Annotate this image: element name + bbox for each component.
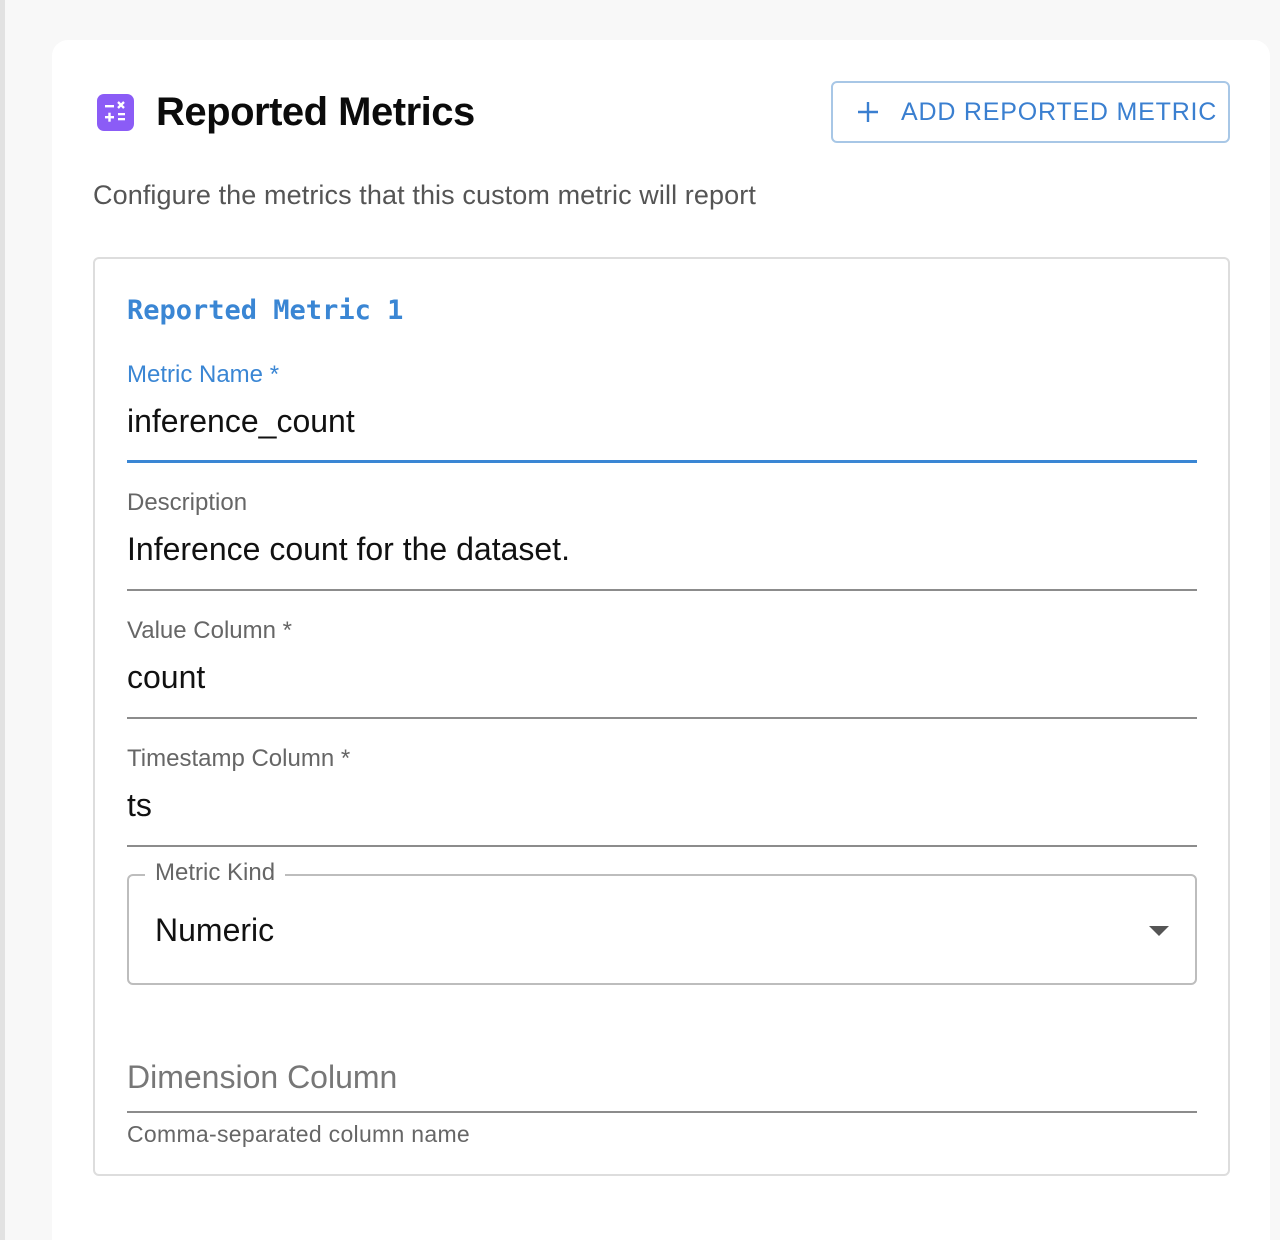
timestamp-column-input[interactable]: ts	[127, 787, 1197, 847]
timestamp-column-label: Timestamp Column *	[127, 745, 351, 772]
calculator-icon	[97, 93, 134, 131]
metric-name-field[interactable]: Metric Name * inference_count	[127, 361, 1197, 463]
value-column-label: Value Column *	[127, 617, 292, 644]
description-input[interactable]: Inference count for the dataset.	[127, 531, 1197, 591]
caret-down-icon[interactable]	[1149, 926, 1169, 936]
description-field[interactable]: Description Inference count for the data…	[127, 489, 1197, 591]
value-column-input[interactable]: count	[127, 659, 1197, 719]
reported-metrics-card: Reported Metrics ADD REPORTED METRIC Con…	[52, 40, 1270, 1240]
description-label: Description	[127, 489, 248, 516]
page-title: Reported Metrics	[156, 89, 475, 134]
metric-kind-label: Metric Kind	[145, 859, 286, 887]
metric-name-label: Metric Name *	[127, 361, 280, 388]
reported-metric-heading: Reported Metric 1	[127, 295, 404, 326]
dimension-column-field[interactable]: Dimension Column Comma-separated column …	[127, 1059, 1197, 1148]
metric-kind-select[interactable]: Metric Kind Numeric	[127, 859, 1197, 985]
left-border	[0, 0, 5, 1240]
metric-name-input[interactable]: inference_count	[127, 403, 1197, 463]
plus-icon	[858, 102, 878, 122]
page-subtitle: Configure the metrics that this custom m…	[93, 180, 756, 210]
dimension-column-input[interactable]: Dimension Column	[127, 1059, 1197, 1113]
add-reported-metric-label: ADD REPORTED METRIC	[901, 97, 1218, 126]
timestamp-column-field[interactable]: Timestamp Column * ts	[127, 745, 1197, 847]
metric-kind-value: Numeric	[155, 912, 275, 948]
card-header: Reported Metrics	[97, 89, 475, 134]
add-reported-metric-button[interactable]: ADD REPORTED METRIC	[831, 81, 1230, 143]
value-column-field[interactable]: Value Column * count	[127, 617, 1197, 719]
dimension-column-helper: Comma-separated column name	[127, 1121, 471, 1147]
reported-metric-panel: Reported Metric 1 Metric Name * inferenc…	[93, 257, 1230, 1176]
